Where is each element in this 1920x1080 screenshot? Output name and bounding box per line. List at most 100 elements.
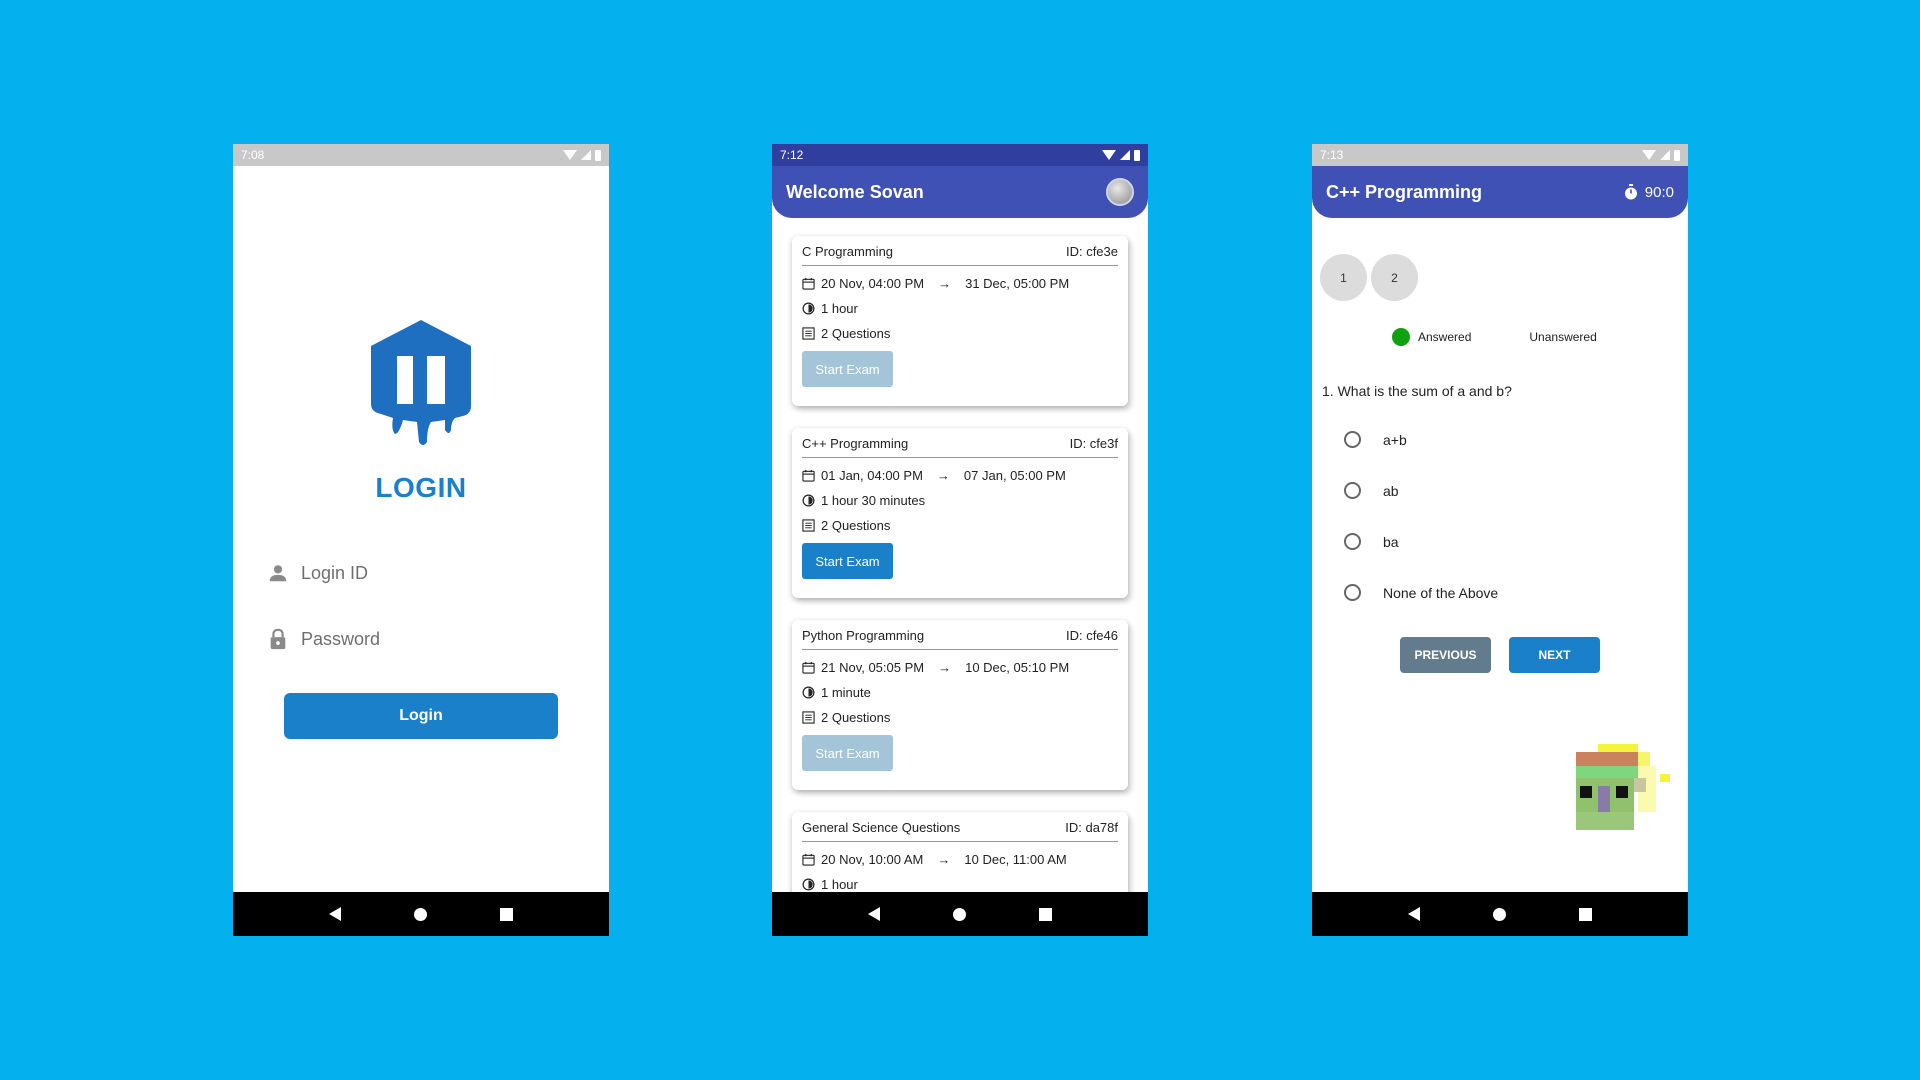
question-text: 1. What is the sum of a and b? (1322, 383, 1512, 399)
status-bar: 7:13 (1312, 144, 1688, 166)
previous-button[interactable]: PREVIOUS (1400, 637, 1491, 673)
exam-question-count: 2 Questions (821, 710, 891, 725)
exam-list-screen: 7:12 Welcome Sovan C Programming ID: cfe… (772, 144, 1148, 936)
app-logo (371, 320, 471, 445)
exam-end-time: 10 Dec, 05:10 PM (965, 660, 1070, 675)
timer-value: 90:0 (1644, 183, 1674, 201)
arrow-right-icon: → (936, 468, 950, 483)
signal-icon (1660, 150, 1670, 160)
exam-timer: 90:0 (1623, 184, 1674, 201)
answer-option[interactable]: ab (1344, 482, 1399, 499)
password-field[interactable]: Password (267, 628, 380, 650)
radio-button[interactable] (1344, 431, 1361, 448)
calendar-icon (802, 277, 815, 290)
login-button[interactable]: Login (284, 693, 558, 739)
signal-icon (581, 150, 591, 160)
wifi-icon (1642, 150, 1656, 160)
answered-indicator (1392, 328, 1410, 346)
recents-icon[interactable] (1038, 907, 1052, 921)
signal-icon (1120, 150, 1130, 160)
exam-card: C Programming ID: cfe3e 20 Nov, 04:00 PM… (792, 236, 1128, 406)
back-icon[interactable] (1408, 907, 1421, 921)
page-title: C++ Programming (1326, 181, 1483, 202)
status-time: 7:08 (241, 148, 265, 162)
question-navigator: 1 2 (1320, 254, 1418, 301)
wifi-icon (1102, 150, 1116, 160)
app-bar: Welcome Sovan (772, 166, 1148, 218)
exam-duration: 1 hour 30 minutes (821, 493, 926, 508)
status-bar: 7:12 (772, 144, 1148, 166)
battery-icon (595, 149, 601, 161)
recents-icon[interactable] (1578, 907, 1592, 921)
exam-card: General Science Questions ID: da78f 20 N… (792, 812, 1128, 892)
answer-option[interactable]: None of the Above (1344, 584, 1498, 601)
home-icon[interactable] (413, 907, 427, 921)
exam-name: General Science Questions (802, 820, 961, 835)
exam-name: Python Programming (802, 628, 925, 643)
start-exam-button[interactable]: Start Exam (802, 543, 893, 579)
home-icon[interactable] (952, 907, 966, 921)
battery-icon (1674, 149, 1680, 161)
arrow-right-icon: → (938, 276, 952, 291)
next-button[interactable]: NEXT (1509, 637, 1600, 673)
stopwatch-icon (1624, 184, 1637, 200)
exam-start-time: 21 Nov, 05:05 PM (821, 660, 925, 675)
exam-duration: 1 hour (821, 301, 858, 316)
wifi-icon (563, 150, 577, 160)
answer-option[interactable]: ba (1344, 533, 1399, 550)
exam-question-count: 2 Questions (821, 326, 891, 341)
exam-end-time: 31 Dec, 05:00 PM (965, 276, 1070, 291)
legend-unanswered-label: Unanswered (1529, 330, 1597, 344)
exam-end-time: 10 Dec, 11:00 AM (964, 852, 1067, 867)
clock-icon (802, 878, 815, 891)
system-nav-bar (772, 892, 1148, 936)
radio-button[interactable] (1344, 482, 1361, 499)
exam-card-list[interactable]: C Programming ID: cfe3e 20 Nov, 04:00 PM… (772, 224, 1148, 892)
exam-end-time: 07 Jan, 05:00 PM (963, 468, 1066, 483)
clock-icon (802, 302, 815, 315)
home-icon[interactable] (1492, 907, 1506, 921)
option-label: None of the Above (1383, 584, 1499, 601)
list-icon (802, 519, 815, 532)
recents-icon[interactable] (499, 907, 513, 921)
arrow-right-icon: → (938, 660, 952, 675)
option-label: ba (1383, 533, 1399, 550)
login-id-placeholder: Login ID (301, 562, 369, 583)
back-icon[interactable] (868, 907, 881, 921)
login-id-field[interactable]: Login ID (267, 562, 368, 584)
page-title: Welcome Sovan (786, 181, 924, 202)
exam-name: C Programming (802, 244, 894, 259)
avatar[interactable] (1106, 178, 1134, 206)
arrow-right-icon: → (937, 852, 951, 867)
calendar-icon (802, 661, 815, 674)
exam-duration: 1 minute (821, 685, 871, 700)
status-time: 7:13 (1320, 148, 1344, 162)
exam-id: ID: cfe46 (1065, 628, 1118, 643)
status-bar: 7:08 (233, 144, 609, 166)
system-nav-bar (1312, 892, 1688, 936)
radio-button[interactable] (1344, 533, 1361, 550)
back-icon[interactable] (329, 907, 342, 921)
answer-legend: Answered Unanswered (1392, 328, 1597, 346)
option-label: a+b (1383, 431, 1407, 448)
exam-id: ID: da78f (1065, 820, 1118, 835)
calendar-icon (802, 469, 815, 482)
question-number-button[interactable]: 1 (1320, 254, 1367, 301)
password-placeholder: Password (301, 628, 381, 649)
calendar-icon (802, 853, 815, 866)
clock-icon (802, 686, 815, 699)
exam-start-time: 20 Nov, 04:00 PM (821, 276, 925, 291)
exam-id: ID: cfe3f (1069, 436, 1118, 451)
start-exam-button[interactable]: Start Exam (802, 351, 893, 387)
start-exam-button[interactable]: Start Exam (802, 735, 893, 771)
radio-button[interactable] (1344, 584, 1361, 601)
answer-option[interactable]: a+b (1344, 431, 1407, 448)
battery-icon (1134, 149, 1140, 161)
list-icon (802, 327, 815, 340)
login-title: LOGIN (375, 472, 467, 503)
exam-question-screen: 7:13 C++ Programming 90:0 1 2 Answered U… (1312, 144, 1688, 936)
login-screen: 7:08 LOGIN Login ID Password Login (233, 144, 609, 936)
question-number-button[interactable]: 2 (1371, 254, 1418, 301)
app-bar: C++ Programming 90:0 (1312, 166, 1688, 218)
legend-answered-label: Answered (1418, 330, 1472, 344)
